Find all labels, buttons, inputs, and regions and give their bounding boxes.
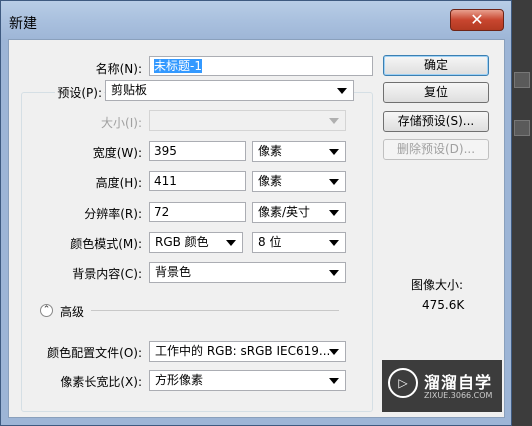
resolution-input[interactable]: 72 — [149, 202, 246, 222]
height-input-value: 411 — [154, 174, 177, 188]
delete-preset-button: 删除预设(D)... — [383, 139, 489, 160]
chevron-down-icon — [226, 240, 236, 246]
dialog-title: 新建 — [9, 16, 37, 32]
close-button[interactable]: ✕ — [450, 9, 504, 31]
chevron-up-icon[interactable]: ⌃ — [40, 304, 53, 317]
color-profile-label: 颜色配置文件(O): — [47, 346, 142, 360]
chevron-down-icon — [329, 270, 339, 276]
save-preset-button[interactable]: 存储预设(S)... — [383, 111, 489, 132]
width-unit-value: 像素 — [258, 144, 283, 158]
width-input[interactable]: 395 — [149, 141, 246, 161]
width-unit-select[interactable]: 像素 — [252, 141, 346, 162]
color-mode-select[interactable]: RGB 颜色 — [149, 232, 243, 253]
ok-button[interactable]: 确定 — [383, 55, 489, 76]
preset-label: 预设(P): — [55, 84, 104, 101]
background-contents-value: 背景色 — [155, 265, 192, 279]
background-contents-select[interactable]: 背景色 — [149, 262, 346, 283]
chevron-down-icon — [329, 118, 339, 124]
advanced-toggle-label[interactable]: 高级 — [60, 303, 84, 320]
watermark: ▷ 溜溜自学 ZIXUE.3066.COM — [382, 360, 502, 412]
background-contents-label: 背景内容(C): — [72, 267, 142, 281]
size-select — [149, 110, 346, 131]
height-unit-select[interactable]: 像素 — [252, 171, 346, 192]
chevron-down-icon — [329, 378, 339, 384]
advanced-divider — [91, 310, 339, 311]
width-input-value: 395 — [154, 144, 177, 158]
bit-depth-value: 8 位 — [258, 235, 282, 249]
title-bar[interactable]: 新建 ✕ — [1, 1, 513, 39]
name-input-value: 未标题-1 — [154, 59, 202, 73]
resolution-input-value: 72 — [154, 205, 170, 219]
height-unit-value: 像素 — [258, 174, 283, 188]
watermark-url: ZIXUE.3066.COM — [424, 391, 493, 400]
chevron-down-icon — [329, 210, 339, 216]
color-mode-label: 颜色模式(M): — [70, 237, 142, 251]
panel-icon — [514, 72, 530, 88]
height-input[interactable]: 411 — [149, 171, 246, 191]
preset-select[interactable]: 剪贴板 — [105, 80, 354, 101]
bit-depth-select[interactable]: 8 位 — [252, 232, 346, 253]
image-size-label: 图像大小: — [411, 278, 464, 292]
height-label: 高度(H): — [95, 176, 142, 190]
pixel-aspect-label: 像素长宽比(X): — [60, 375, 142, 389]
chevron-down-icon — [329, 240, 339, 246]
color-profile-select[interactable]: 工作中的 RGB: sRGB IEC619... — [149, 341, 346, 362]
chevron-down-icon — [337, 88, 347, 94]
name-input[interactable]: 未标题-1 — [149, 56, 373, 76]
chevron-down-icon — [329, 179, 339, 185]
color-profile-value: 工作中的 RGB: sRGB IEC619... — [155, 344, 331, 358]
name-label: 名称(N): — [95, 62, 142, 76]
background-panel-strip — [510, 0, 532, 426]
pixel-aspect-value: 方形像素 — [155, 373, 204, 387]
image-size-value: 475.6K — [422, 298, 465, 312]
preset-value: 剪贴板 — [111, 83, 148, 97]
chevron-down-icon — [329, 349, 339, 355]
resolution-unit-value: 像素/英寸 — [258, 205, 311, 219]
size-label: 大小(I): — [101, 116, 142, 130]
resolution-label: 分辨率(R): — [84, 207, 142, 221]
chevron-down-icon — [329, 149, 339, 155]
close-icon: ✕ — [470, 10, 484, 29]
play-logo-icon: ▷ — [388, 368, 418, 398]
width-label: 宽度(W): — [92, 146, 142, 160]
watermark-text: 溜溜自学 — [424, 373, 493, 392]
panel-icon — [514, 120, 530, 136]
color-mode-value: RGB 颜色 — [155, 235, 209, 249]
pixel-aspect-select[interactable]: 方形像素 — [149, 370, 346, 391]
resolution-unit-select[interactable]: 像素/英寸 — [252, 202, 346, 223]
reset-button[interactable]: 复位 — [383, 82, 489, 103]
